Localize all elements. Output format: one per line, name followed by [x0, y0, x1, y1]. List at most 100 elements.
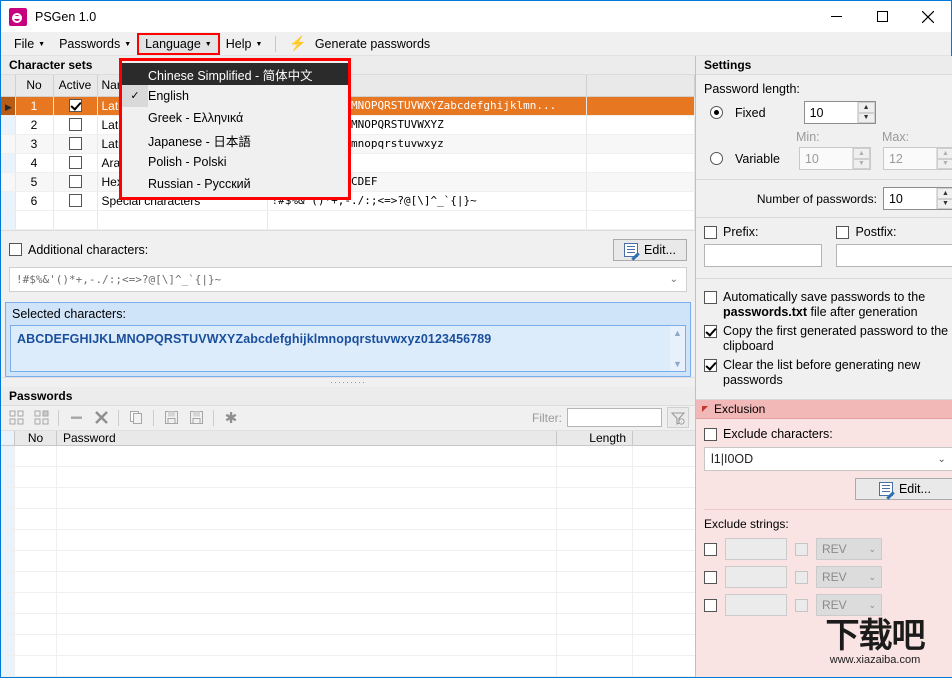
checkbox-box: [704, 291, 717, 304]
filter-input[interactable]: [567, 408, 662, 427]
fixed-radio[interactable]: Fixed: [704, 106, 766, 120]
auto-save-checkbox[interactable]: Automatically save passwords to the pass…: [704, 290, 952, 320]
variable-radio[interactable]: Variable: [704, 152, 780, 166]
clear-filter-icon[interactable]: x: [667, 407, 689, 428]
prefix-checkbox[interactable]: Prefix:: [704, 225, 822, 239]
minimize-button[interactable]: [813, 1, 859, 32]
prefix-input[interactable]: [704, 244, 823, 267]
exclude-characters-combo[interactable]: l1|I0OD ⌄: [704, 447, 952, 471]
table-row[interactable]: [1, 509, 695, 530]
spinner-down-icon[interactable]: ▼: [936, 158, 952, 169]
spinner-up-icon[interactable]: ▲: [936, 148, 952, 159]
cell-active[interactable]: [53, 153, 98, 173]
cell-active[interactable]: [53, 96, 98, 116]
exclude-string-rev-select[interactable]: REV ⌄: [816, 566, 882, 588]
exclusion-header[interactable]: Exclusion: [696, 400, 952, 419]
exclude-string-input[interactable]: [725, 566, 787, 588]
spinner-up-icon[interactable]: ▲: [852, 148, 870, 159]
table-row[interactable]: [1, 446, 695, 467]
spinner-down-icon[interactable]: ▼: [852, 158, 870, 169]
save-as-icon[interactable]: [185, 407, 207, 428]
table-row[interactable]: [1, 635, 695, 656]
save-icon[interactable]: [160, 407, 182, 428]
remove-icon[interactable]: [65, 407, 87, 428]
number-of-passwords-label: Number of passwords:: [756, 191, 877, 206]
maximize-button[interactable]: [859, 1, 905, 32]
col-password-header[interactable]: Password: [57, 430, 557, 445]
language-option-polish[interactable]: Polish - Polski: [122, 151, 348, 173]
table-row[interactable]: [1, 551, 695, 572]
exclusion-edit-button[interactable]: Edit...: [854, 478, 952, 500]
exclude-string-rev-checkbox[interactable]: [795, 542, 808, 556]
number-of-passwords-spinner[interactable]: 10 ▲ ▼: [882, 187, 952, 210]
table-row[interactable]: [1, 656, 695, 677]
menu-passwords[interactable]: Passwords ▼: [52, 34, 138, 54]
table-row[interactable]: [1, 572, 695, 593]
postfix-input[interactable]: [836, 244, 952, 267]
menu-file[interactable]: File ▼: [7, 34, 52, 54]
language-dropdown-menu[interactable]: Chinese Simplified - 简体中文 ✓ English Gree…: [119, 58, 351, 200]
menu-language[interactable]: Language ▼: [137, 32, 220, 55]
additional-characters-checkbox[interactable]: Additional characters:: [9, 243, 148, 257]
scroll-down-icon[interactable]: ▼: [673, 359, 682, 369]
table-row[interactable]: [1, 530, 695, 551]
exclude-string-input[interactable]: [725, 594, 787, 616]
checkbox-box: [704, 427, 717, 441]
max-length-spinner[interactable]: 12 ▲ ▼: [882, 147, 952, 170]
col-length-header[interactable]: Length: [557, 430, 633, 445]
language-option-russian[interactable]: Russian - Русский: [122, 173, 348, 195]
col-no-header[interactable]: No: [15, 75, 54, 97]
selected-characters-box[interactable]: ABCDEFGHIJKLMNOPQRSTUVWXYZabcdefghijklmn…: [10, 324, 686, 372]
exclude-string-enable-checkbox[interactable]: [704, 542, 717, 556]
postfix-checkbox[interactable]: Postfix:: [836, 225, 952, 239]
cell-active[interactable]: [53, 191, 98, 211]
exclude-string-rev-checkbox[interactable]: [795, 570, 808, 584]
col-no-header[interactable]: No: [15, 430, 57, 445]
rev-label: REV: [822, 570, 847, 584]
pane-splitter[interactable]: ·········: [1, 376, 695, 387]
col-active-header[interactable]: Active: [53, 75, 98, 97]
exclude-string-enable-checkbox[interactable]: [704, 598, 717, 612]
exclude-string-enable-checkbox[interactable]: [704, 570, 717, 584]
language-option-japanese[interactable]: Japanese - 日本語: [122, 129, 348, 151]
spinner-down-icon[interactable]: ▼: [936, 198, 952, 209]
exclude-string-rev-select[interactable]: REV ⌄: [816, 538, 882, 560]
close-button[interactable]: [905, 1, 951, 32]
selected-characters-scrollbar[interactable]: ▲ ▼: [670, 325, 685, 371]
asterisk-icon[interactable]: ✱: [220, 407, 242, 428]
select-none-icon[interactable]: [30, 407, 52, 428]
select-all-icon[interactable]: [5, 407, 27, 428]
character-sets-title: Character sets: [9, 58, 93, 72]
exclude-string-row: REV ⌄: [704, 566, 952, 588]
additional-edit-button[interactable]: Edit...: [613, 238, 687, 261]
edit-document-icon: [878, 482, 893, 496]
cell-active[interactable]: [53, 134, 98, 154]
language-option-chinese[interactable]: Chinese Simplified - 简体中文: [122, 63, 348, 85]
fixed-length-spinner[interactable]: 10 ▲ ▼: [803, 101, 876, 124]
menu-help[interactable]: Help ▼: [219, 34, 270, 54]
exclude-string-input[interactable]: [725, 538, 787, 560]
table-row[interactable]: [1, 614, 695, 635]
delete-icon[interactable]: [90, 407, 112, 428]
cell-active[interactable]: [53, 115, 98, 135]
copy-icon[interactable]: [125, 407, 147, 428]
passwords-header-row: No Password Length: [1, 430, 695, 446]
copy-first-checkbox[interactable]: Copy the first generated password to the…: [704, 324, 952, 354]
generate-passwords-button[interactable]: ⚡ Generate passwords: [282, 32, 437, 55]
spinner-down-icon[interactable]: ▼: [857, 112, 875, 123]
options-section: Automatically save passwords to the pass…: [696, 279, 952, 400]
language-option-english[interactable]: ✓ English: [122, 85, 348, 107]
table-row[interactable]: [1, 488, 695, 509]
min-length-spinner[interactable]: 10 ▲ ▼: [798, 147, 871, 170]
spinner-up-icon[interactable]: ▲: [936, 188, 952, 199]
additional-characters-combo[interactable]: !#$%&'()*+,-./:;<=>?@[\]^_`{|}~ ⌄: [9, 266, 687, 292]
clear-list-checkbox[interactable]: Clear the list before generating new pas…: [704, 358, 952, 388]
spinner-up-icon[interactable]: ▲: [857, 102, 875, 113]
exclude-characters-checkbox[interactable]: Exclude characters:: [704, 427, 952, 441]
language-option-greek[interactable]: Greek - Ελληνικά: [122, 107, 348, 129]
table-row[interactable]: [1, 593, 695, 614]
table-row[interactable]: [1, 467, 695, 488]
menu-help-label: Help: [225, 36, 252, 51]
cell-active[interactable]: [53, 172, 98, 192]
scroll-up-icon[interactable]: ▲: [673, 328, 682, 338]
